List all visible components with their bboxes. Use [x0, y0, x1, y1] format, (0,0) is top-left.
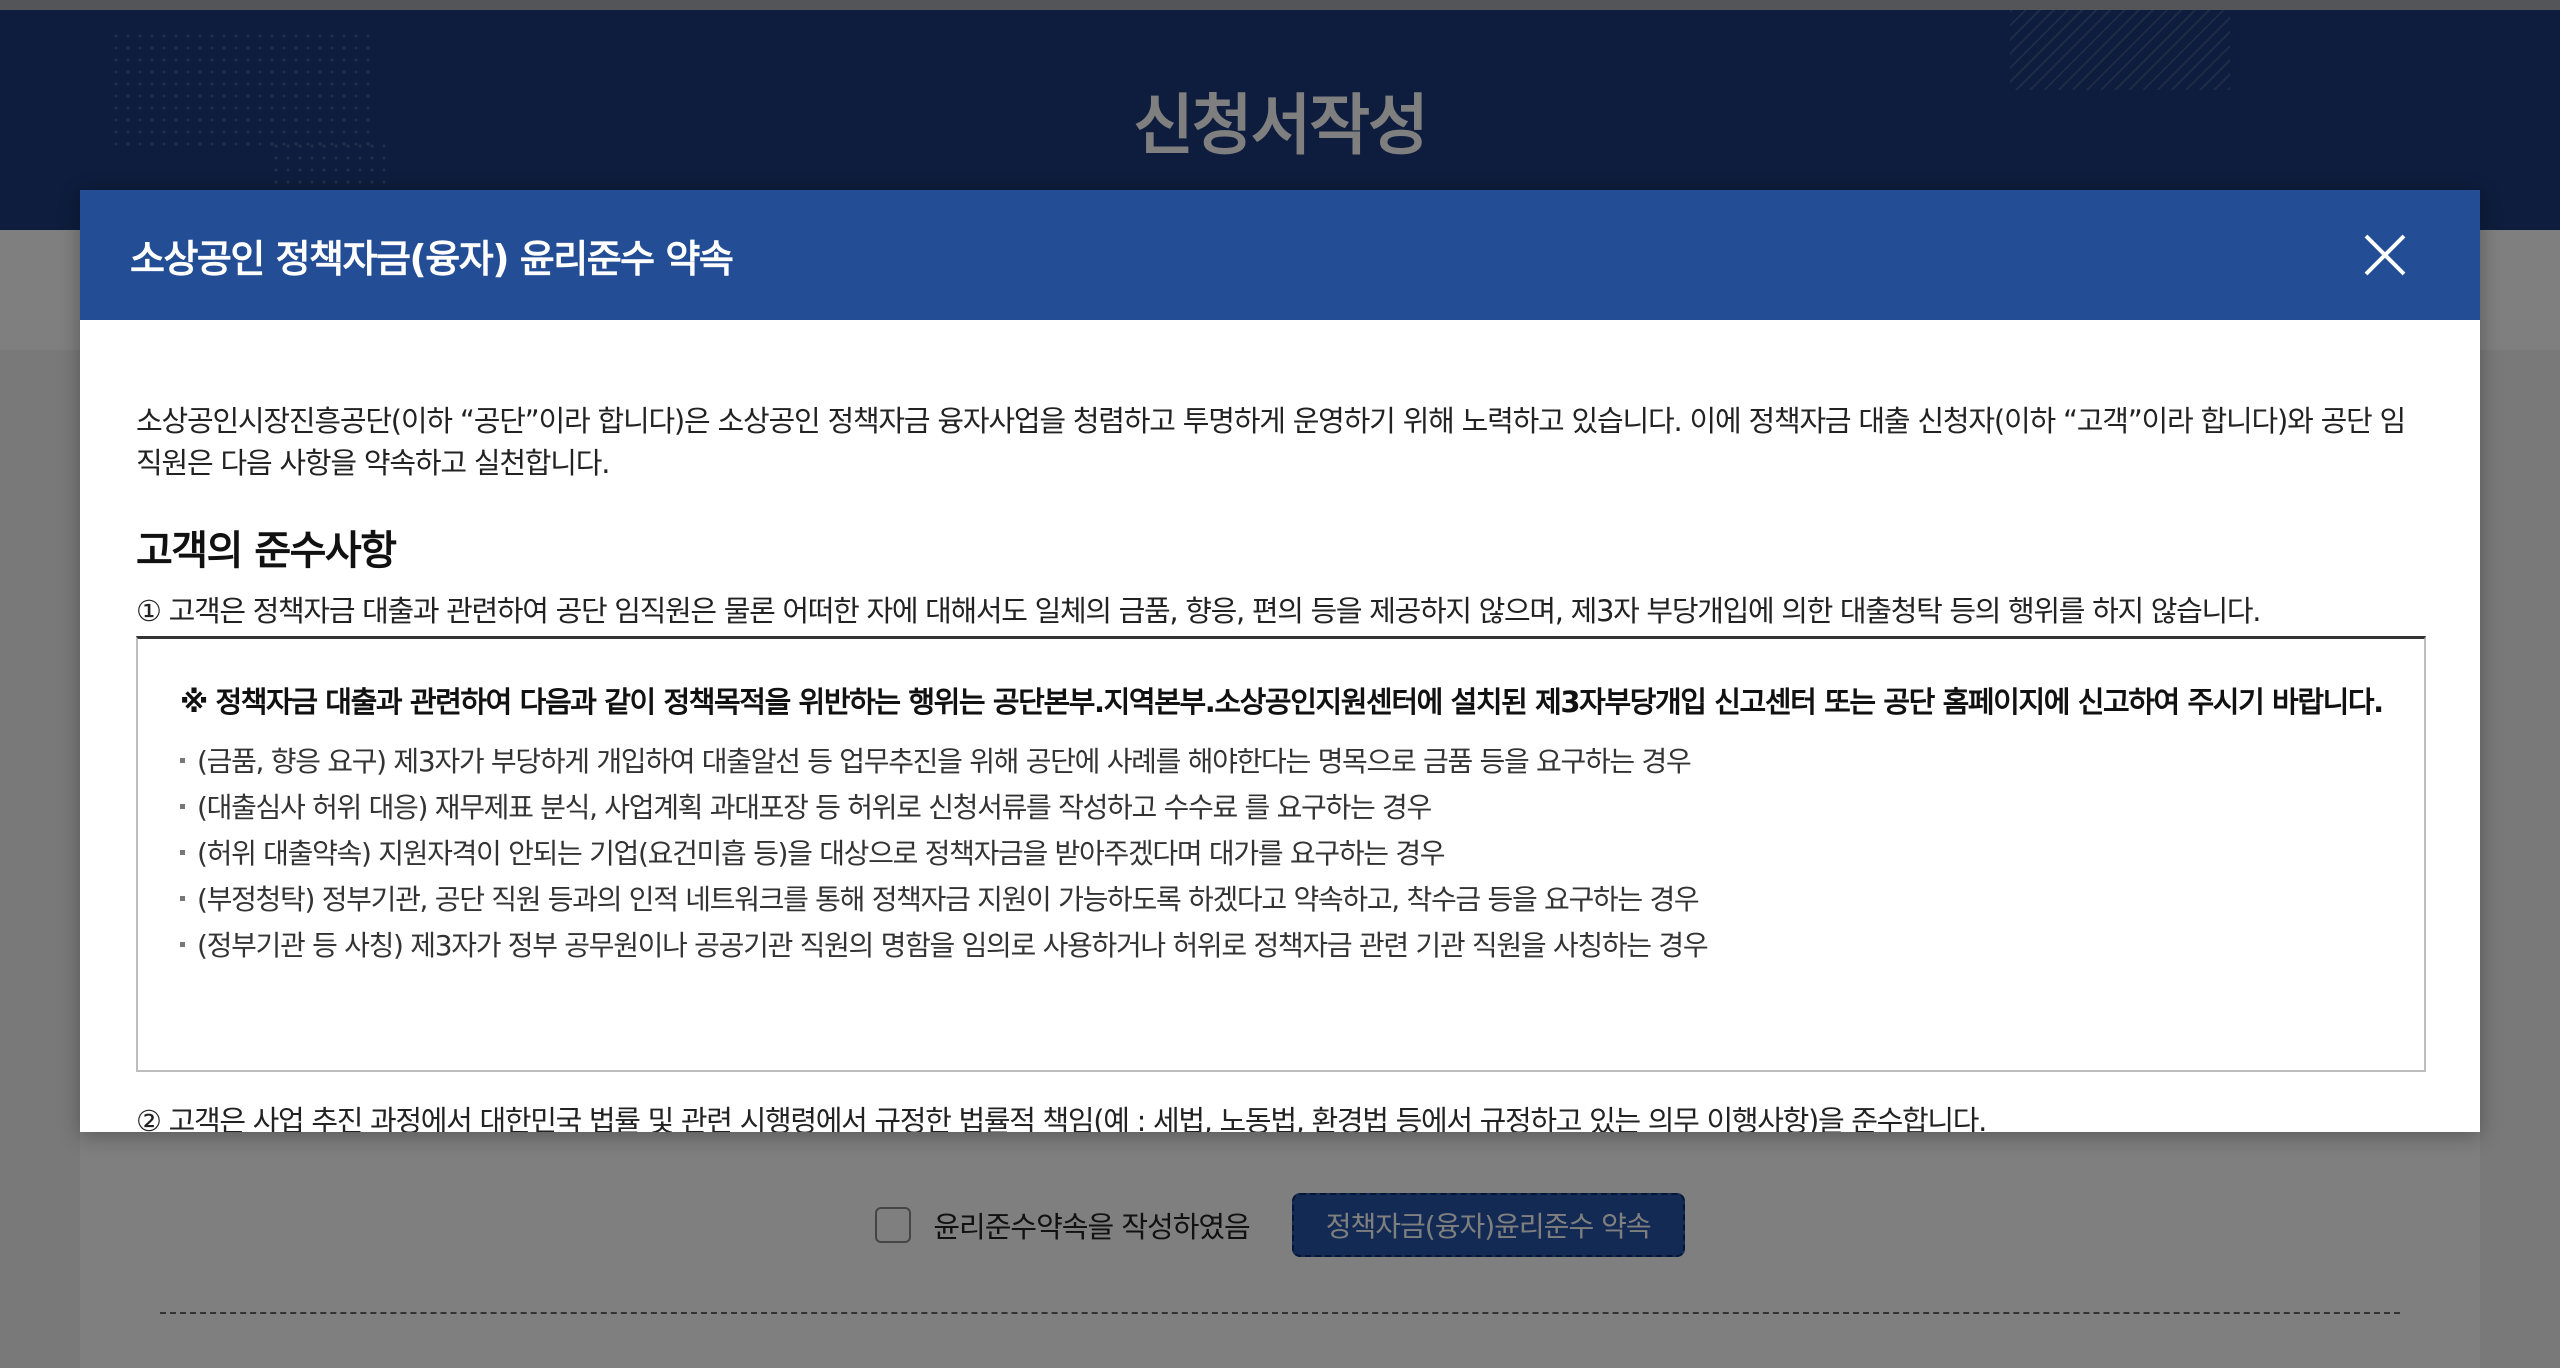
- modal-title: 소상공인 정책자금(융자) 윤리준수 약속: [130, 236, 734, 281]
- compliance-item-2: ② 고객은 사업 추진 과정에서 대한민국 법률 및 관련 시행령에서 규정한 …: [136, 1104, 1987, 1132]
- ethics-pledge-modal: 소상공인 정책자금(융자) 윤리준수 약속 소상공인시장진흥공단(이하 “공단”…: [80, 190, 2480, 1132]
- intro-paragraph: 소상공인시장진흥공단(이하 “공단”이라 합니다)은 소상공인 정책자금 융자사…: [136, 404, 2406, 480]
- notice-title: ※ 정책자금 대출과 관련하여 다음과 같이 정책목적을 위반하는 행위는 공단…: [180, 685, 2384, 719]
- notice-item-text: (대출심사 허위 대응) 재무제표 분식, 사업계획 과대포장 등 허위로 신청…: [197, 791, 1432, 824]
- notice-list: (금품, 향응 요구) 제3자가 부당하게 개입하여 대출알선 등 업무추진을 …: [180, 739, 2384, 969]
- notice-box: ※ 정책자금 대출과 관련하여 다음과 같이 정책목적을 위반하는 행위는 공단…: [136, 636, 2426, 1072]
- list-item: (금품, 향응 요구) 제3자가 부당하게 개입하여 대출알선 등 업무추진을 …: [180, 739, 2384, 785]
- close-icon[interactable]: [2358, 228, 2412, 282]
- compliance-item-1: ① 고객은 정책자금 대출과 관련하여 공단 임직원은 물론 어떠한 자에 대해…: [136, 594, 2262, 628]
- section-heading: 고객의 준수사항: [136, 528, 397, 574]
- bullet-icon: [180, 803, 185, 809]
- bullet-icon: [180, 757, 185, 763]
- list-item: (부정청탁) 정부기관, 공단 직원 등과의 인적 네트워크를 통해 정책자금 …: [180, 877, 2384, 923]
- modal-header: 소상공인 정책자금(융자) 윤리준수 약속: [80, 190, 2480, 320]
- list-item: (대출심사 허위 대응) 재무제표 분식, 사업계획 과대포장 등 허위로 신청…: [180, 785, 2384, 831]
- modal-content[interactable]: 소상공인시장진흥공단(이하 “공단”이라 합니다)은 소상공인 정책자금 융자사…: [136, 320, 2426, 1132]
- notice-item-text: (금품, 향응 요구) 제3자가 부당하게 개입하여 대출알선 등 업무추진을 …: [197, 745, 1692, 778]
- list-item: (허위 대출약속) 지원자격이 안되는 기업(요건미흡 등)을 대상으로 정책자…: [180, 831, 2384, 877]
- list-item: (정부기관 등 사칭) 제3자가 정부 공무원이나 공공기관 직원의 명함을 임…: [180, 923, 2384, 969]
- notice-item-text: (부정청탁) 정부기관, 공단 직원 등과의 인적 네트워크를 통해 정책자금 …: [197, 883, 1700, 916]
- bullet-icon: [180, 941, 185, 947]
- notice-item-text: (허위 대출약속) 지원자격이 안되는 기업(요건미흡 등)을 대상으로 정책자…: [197, 837, 1446, 870]
- bullet-icon: [180, 895, 185, 901]
- notice-item-text: (정부기관 등 사칭) 제3자가 정부 공무원이나 공공기관 직원의 명함을 임…: [197, 929, 1709, 962]
- bullet-icon: [180, 849, 185, 855]
